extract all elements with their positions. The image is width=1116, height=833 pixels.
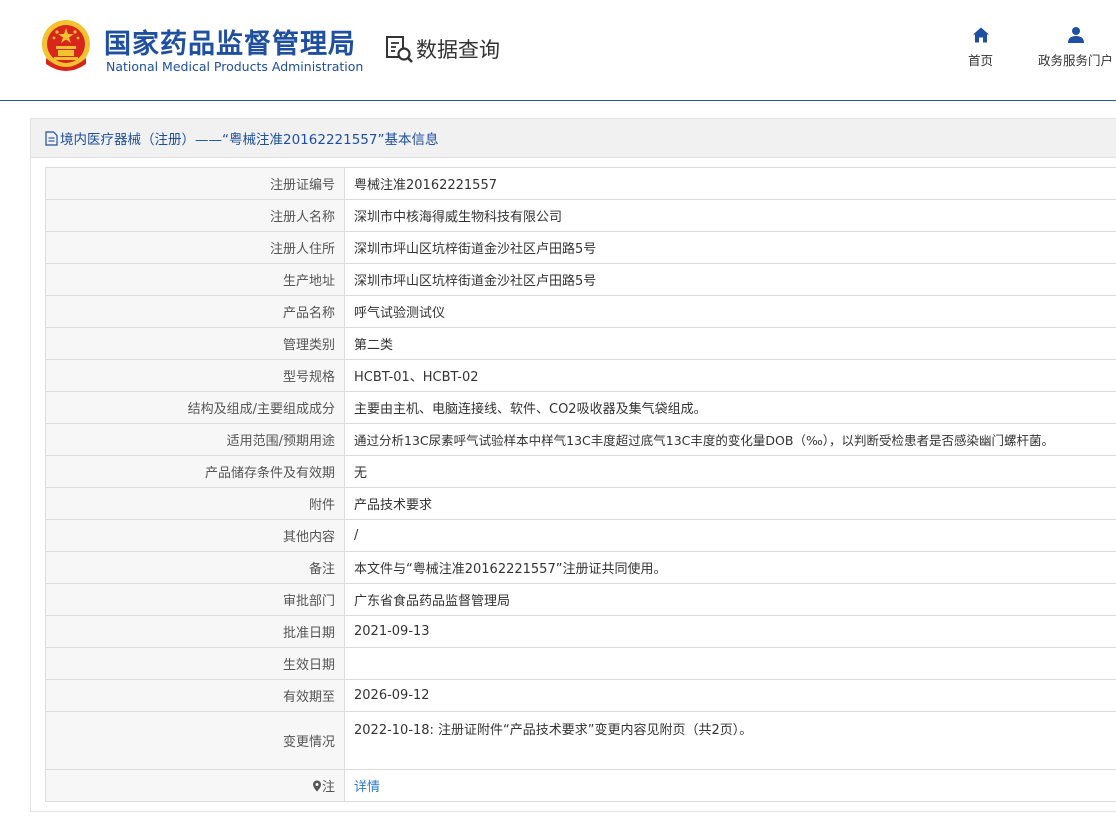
row-label: 生产地址 [45,263,345,296]
row-label: 附件 [45,487,345,520]
table-row: 审批部门 广东省食品药品监督管理局 [45,583,1116,616]
table-row: 备注 本文件与“粤械注准20162221557”注册证共同使用。 [45,551,1116,584]
row-label: 注册人名称 [45,199,345,232]
home-icon [972,27,989,43]
row-label: 产品名称 [45,295,345,328]
table-row: 产品名称 呼气试验测试仪 [45,295,1116,328]
table-row: 注册证编号 粤械注准20162221557 [45,167,1116,200]
row-value: 粤械注准20162221557 [344,167,1116,200]
row-value: 深圳市中核海得威生物科技有限公司 [344,199,1116,232]
row-label: 管理类别 [45,327,345,360]
row-value: 深圳市坪山区坑梓街道金沙社区卢田路5号 [344,263,1116,296]
row-label: 其他内容 [45,519,345,552]
row-value: 主要由主机、电脑连接线、软件、CO2吸收器及集气袋组成。 [344,391,1116,424]
table-row: 产品储存条件及有效期无 [45,455,1116,488]
nav-home-label: 首页 [968,53,994,68]
table-row: 变更情况 2022-10-18: 注册证附件“产品技术要求”变更内容见附页（共2页… [45,711,1116,770]
row-label: 结构及组成/主要组成成分 [45,391,345,424]
row-label: 审批部门 [45,583,345,616]
page-title-text: 数据查询 [416,38,500,62]
row-label: 生效日期 [45,647,345,680]
page-title: 数据查询 [384,33,500,65]
site-header: 国家药品监督管理局 National Medical Products Admi… [0,0,1116,101]
row-value: HCBT-01、HCBT-02 [344,359,1116,392]
row-value: / [344,519,1116,552]
nav-home[interactable]: 首页 [968,26,993,69]
row-value: 第二类 [344,327,1116,360]
document-icon [45,130,58,146]
table-row: 有效期至 2026-09-12 [45,679,1116,712]
table-row: 注 详情 [45,769,1116,802]
details-link[interactable]: 详情 [354,780,380,795]
row-value: 通过分析13C尿素呼气试验样本中样气13C丰度超过底气13C丰度的变化量DOB（… [344,423,1116,456]
table-row: 结构及组成/主要组成成分 主要由主机、电脑连接线、软件、CO2吸收器及集气袋组成。 [45,391,1116,424]
table-row: 生产地址 深圳市坪山区坑梓街道金沙社区卢田路5号 [45,263,1116,296]
row-value: 广东省食品药品监督管理局 [344,583,1116,616]
row-label: 适用范围/预期用途 [45,423,345,456]
table-row: 批准日期 2021-09-13 [45,615,1116,648]
basic-info-panel: 境内医疗器械（注册）——“粤械注准20162221557”基本信息 注册证编号粤… [30,118,1116,812]
row-value: 产品技术要求 [344,487,1116,520]
table-row: 适用范围/预期用途 通过分析13C尿素呼气试验样本中样气13C丰度超过底气13C丰… [45,423,1116,456]
row-value: 本文件与“粤械注准20162221557”注册证共同使用。 [344,551,1116,584]
row-label: 注册人住所 [45,231,345,264]
row-label: 产品储存条件及有效期 [45,455,345,488]
row-value: 2026-09-12 [344,679,1116,712]
note-value-cell: 详情 [344,769,1116,802]
row-label: 有效期至 [45,679,345,712]
note-label: 注 [321,780,335,795]
table-row: 注册人住所 深圳市坪山区坑梓街道金沙社区卢田路5号 [45,231,1116,264]
row-value: 呼气试验测试仪 [344,295,1116,328]
panel-title: 境内医疗器械（注册）——“粤械注准20162221557”基本信息 [60,132,439,148]
agency-name-en: National Medical Products Administration [106,59,364,74]
table-row: 生效日期 [45,647,1116,680]
table-row: 型号规格 HCBT-01、HCBT-02 [45,359,1116,392]
row-label: 批准日期 [45,615,345,648]
user-icon [1067,27,1084,43]
table-row: 其他内容 / [45,519,1116,552]
agency-name-cn: 国家药品监督管理局 [104,29,356,60]
row-value: 2021-09-13 [344,615,1116,648]
table-row: 管理类别 第二类 [45,327,1116,360]
row-label: 备注 [45,551,345,584]
nav-service-portal[interactable]: 政务服务门户 [1038,26,1113,69]
row-value: 深圳市坪山区坑梓街道金沙社区卢田路5号 [344,231,1116,264]
panel-header: 境内医疗器械（注册）——“粤械注准20162221557”基本信息 [31,119,1116,158]
pin-icon [312,780,321,792]
info-table: 注册证编号 粤械注准20162221557 注册人名称 深圳市中核海得威生物科技有限… [45,167,1116,802]
nav-service-portal-label: 政务服务门户 [1038,53,1114,68]
national-emblem-icon [42,20,90,71]
table-row: 附件 产品技术要求 [45,487,1116,520]
data-search-icon [386,36,413,63]
row-label: 型号规格 [45,359,345,392]
row-label: 注册证编号 [45,167,345,200]
table-row: 注册人名称 深圳市中核海得威生物科技有限公司 [45,199,1116,232]
row-value [344,647,1116,680]
row-value: 2022-10-18: 注册证附件“产品技术要求”变更内容见附页（共2页）。 [344,711,1116,770]
row-label: 变更情况 [45,711,345,770]
row-value: 无 [344,455,1116,488]
note-label-cell: 注 [45,769,345,802]
